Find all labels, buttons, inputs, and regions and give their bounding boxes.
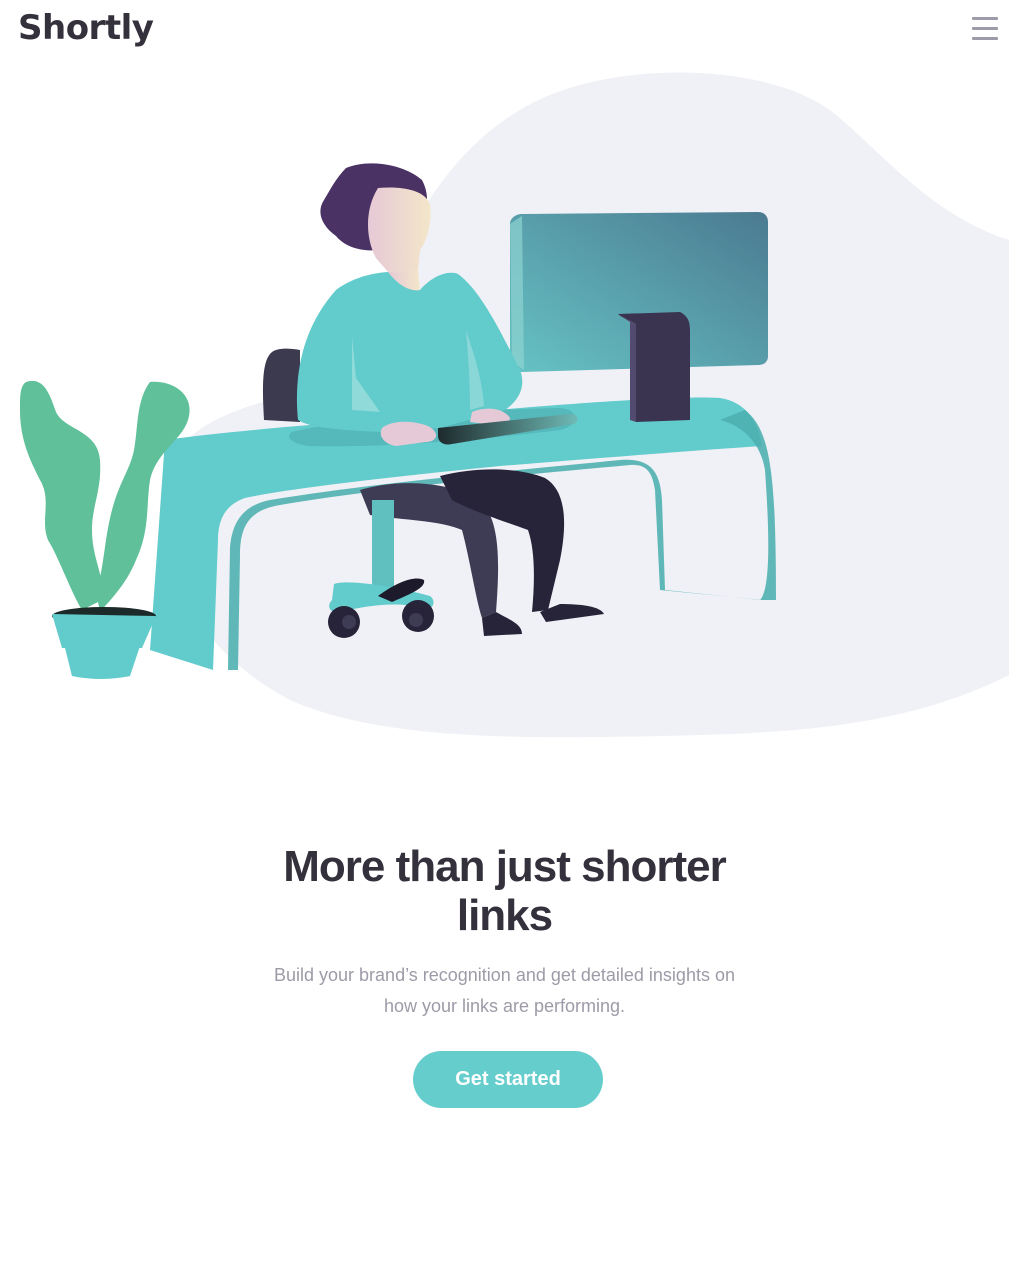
plant-leaf [20,380,103,610]
hero-subtext: Build your brand’s recognition and get d… [274,965,735,1016]
site-header: Shortly [0,0,1009,60]
chair-wheel [409,613,423,627]
plant-pot [52,614,156,648]
chair-stem [372,500,394,596]
monitor-edge [510,216,524,370]
hamburger-menu-icon[interactable] [972,17,998,43]
get-started-button[interactable]: Get started [413,1051,603,1108]
logo[interactable]: Shortly [18,6,154,50]
hero-text: More than just shorter links Build your … [0,842,1009,1022]
plant-pot-base [64,644,140,679]
chair-wheel [342,615,356,629]
chair-back [262,348,300,422]
hero-headline: More than just shorter links [283,842,727,940]
hero-illustration [20,72,1009,738]
